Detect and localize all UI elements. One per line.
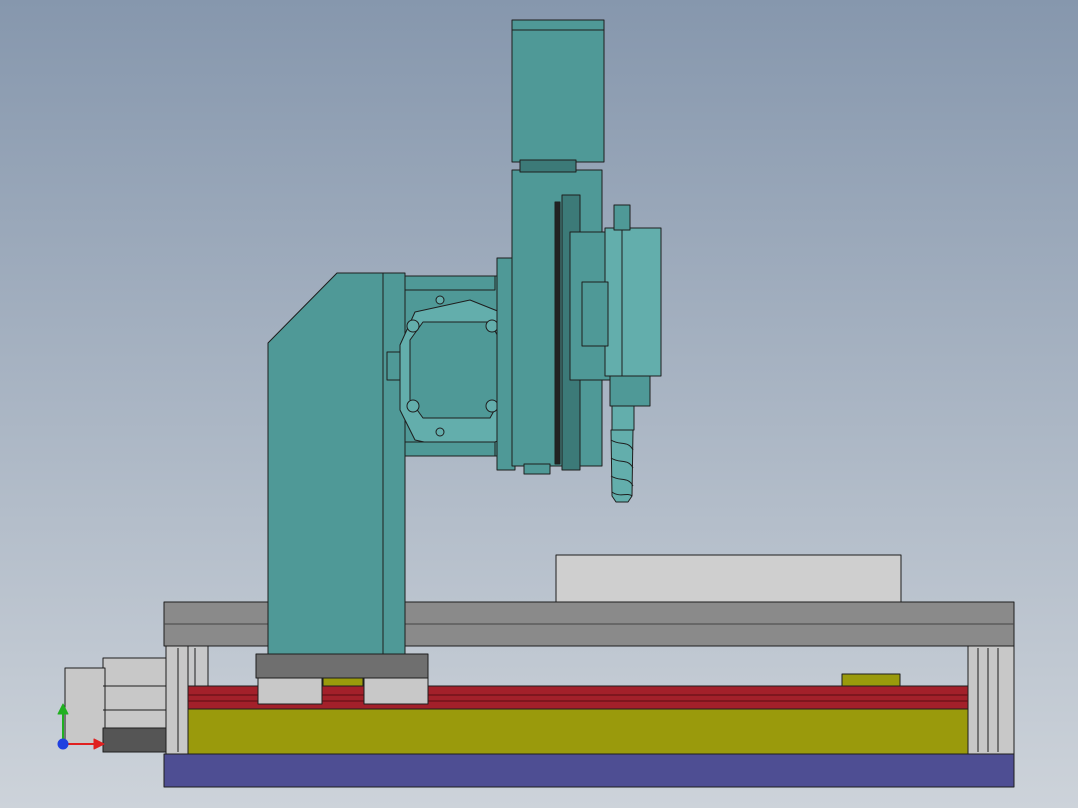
side-bracket-left[interactable] bbox=[165, 645, 189, 755]
cnc-mill-model[interactable] bbox=[0, 0, 1078, 808]
spindle-top-stub bbox=[613, 204, 631, 231]
bolt-icon bbox=[485, 319, 499, 333]
drive-motor-end bbox=[64, 667, 106, 745]
bolt-icon bbox=[435, 295, 445, 305]
bolt-icon bbox=[485, 399, 499, 413]
spindle-motor[interactable] bbox=[511, 19, 605, 163]
drive-motor-shade bbox=[102, 727, 167, 753]
spindle-housing[interactable] bbox=[604, 227, 662, 377]
cad-viewport[interactable] bbox=[0, 0, 1078, 808]
end-mill[interactable] bbox=[610, 429, 634, 503]
collet[interactable] bbox=[611, 405, 635, 431]
z-axis-foot bbox=[523, 463, 551, 475]
workpiece[interactable] bbox=[555, 554, 902, 603]
spindle-nose[interactable] bbox=[609, 375, 651, 407]
spindle-housing-plate bbox=[581, 281, 609, 347]
base-plate[interactable] bbox=[163, 753, 1015, 788]
tilt-head-bracket-bottom bbox=[404, 441, 496, 457]
spindle-motor-cap bbox=[519, 159, 577, 173]
z-axis-rail-1 bbox=[554, 201, 561, 465]
tilt-head-bracket-top bbox=[404, 275, 496, 291]
bolt-icon bbox=[406, 319, 420, 333]
bolt-icon bbox=[406, 399, 420, 413]
rail-block-right bbox=[841, 673, 901, 687]
y-carriage-dark[interactable] bbox=[255, 653, 429, 679]
y-carriage-block-1[interactable] bbox=[257, 677, 323, 705]
bolt-icon bbox=[435, 427, 445, 437]
side-bracket-right[interactable] bbox=[967, 645, 1015, 755]
y-carriage-block-2[interactable] bbox=[363, 677, 429, 705]
olive-bed[interactable] bbox=[187, 708, 969, 755]
column[interactable] bbox=[267, 272, 406, 655]
